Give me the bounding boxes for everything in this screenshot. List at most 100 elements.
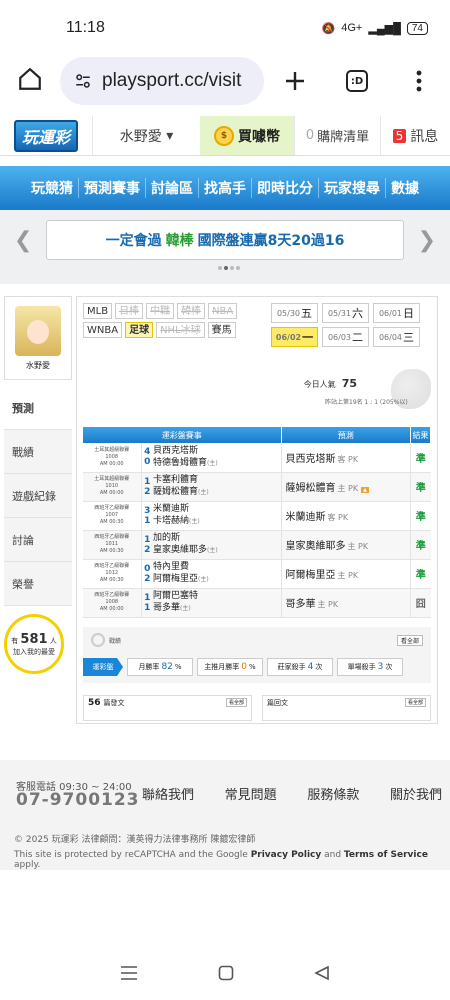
- url-text[interactable]: playsport.cc/visit: [102, 70, 241, 92]
- game-info: 西班牙乙級聯賽 1007 AM 00:30: [83, 501, 142, 531]
- league-chip-1[interactable]: 日棒: [115, 303, 144, 319]
- site-logo[interactable]: 玩運彩: [0, 116, 92, 155]
- team-home-tag: (主): [207, 547, 218, 554]
- league-chip-8[interactable]: 賽馬: [207, 322, 236, 338]
- league-chip-5[interactable]: WNBA: [83, 322, 123, 338]
- game-time: AM 00:30: [99, 519, 124, 525]
- team-away: 米蘭迪斯: [153, 504, 190, 514]
- sidebar-item-2[interactable]: 遊戲紀錄: [4, 474, 72, 518]
- avatar[interactable]: [15, 305, 61, 356]
- browser-menu-button[interactable]: [388, 69, 450, 93]
- team-home: 薩姆松體育(主): [153, 486, 281, 499]
- prediction-cell[interactable]: 貝西克塔斯客 PK: [281, 443, 411, 473]
- single-killer: 單場殺手 3 次: [337, 658, 403, 676]
- prediction-cell[interactable]: 哥多華主 PK: [281, 588, 411, 618]
- score-s2: 1: [144, 602, 151, 613]
- chevron-left-icon[interactable]: ❮: [14, 228, 32, 253]
- record-main-tab[interactable]: 運彩盤: [83, 658, 123, 676]
- game-info: 土耳其超級聯賽 1010 AM 00:00: [83, 472, 142, 502]
- footer-link-3[interactable]: 關於我們: [390, 784, 442, 803]
- nav-item-0[interactable]: 玩競猜: [26, 178, 78, 198]
- score-s2: 0: [144, 457, 151, 468]
- service-phone[interactable]: 07-9700123: [16, 790, 140, 810]
- game-code: 1008: [105, 453, 119, 460]
- score-s2: 2: [144, 573, 151, 584]
- rank-line: 昨站上第19名 1 : 1 (205%以): [325, 399, 408, 406]
- league-chip-3[interactable]: 韓棒: [177, 303, 206, 319]
- game-league: 西班牙乙級聯賽: [94, 505, 130, 511]
- sidebar-item-1[interactable]: 戰績: [4, 430, 72, 474]
- footer-link-0[interactable]: 聯絡我們: [142, 784, 194, 803]
- record-view-all-button[interactable]: 看全部: [396, 635, 423, 646]
- game-league: 土耳其超級聯賽: [94, 476, 130, 482]
- nav-item-4[interactable]: 即時比分: [251, 178, 318, 198]
- team-home: 皇家奧維耶多(主): [153, 544, 281, 557]
- popularity: 今日人氣 75: [303, 377, 357, 390]
- date-button-0[interactable]: 05/30 五: [271, 303, 318, 323]
- team-home-name: 特德魯姆體育: [153, 457, 208, 468]
- col-result: 結果: [410, 427, 431, 443]
- tab-switcher-button[interactable]: :D: [326, 70, 388, 92]
- table-row: 西班牙乙級聯賽 1012 AM 00:30 0 2 特內里費 阿爾梅里亞(主) 阿爾梅里亞主 …: [83, 559, 431, 589]
- prediction-cell[interactable]: 米蘭迪斯客 PK: [281, 501, 411, 531]
- recents-icon[interactable]: [120, 965, 138, 981]
- recaptcha-notice: This site is protected by reCAPTCHA and …: [14, 850, 428, 870]
- date-button-3[interactable]: 06/02 一: [271, 327, 318, 347]
- footer-link-2[interactable]: 服務條款: [307, 784, 359, 803]
- prediction-cell[interactable]: 薩姆松體育主 PK ▲: [281, 472, 411, 502]
- date-button-4[interactable]: 06/03 二: [322, 327, 369, 347]
- date-button-5[interactable]: 06/04 三: [373, 327, 420, 347]
- prediction-team: 米蘭迪斯: [285, 512, 326, 523]
- prediction-pk: 主 PK: [337, 571, 359, 580]
- predictions-table: 運彩盤賽事 預測 結果 土耳其超級聯賽 1008 AM 00:00 4 0 貝西克塔斯 特德…: [83, 427, 431, 618]
- site-settings-icon[interactable]: [74, 72, 92, 90]
- profile-card: 水野愛: [4, 296, 72, 380]
- new-tab-button[interactable]: [264, 69, 326, 93]
- prediction-cell[interactable]: 阿爾梅里亞主 PK: [281, 559, 411, 589]
- sidebar-item-0[interactable]: 預測: [4, 386, 72, 430]
- footer-link-1[interactable]: 常見問題: [225, 784, 277, 803]
- url-bar[interactable]: playsport.cc/visit: [60, 57, 264, 105]
- league-chip-2[interactable]: 中職: [146, 303, 175, 319]
- nav-item-5[interactable]: 玩家搜尋: [318, 178, 385, 198]
- prediction-cell[interactable]: 皇家奧維耶多主 PK: [281, 530, 411, 560]
- table-row: 西班牙乙級聯賽 1011 AM 00:30 1 2 加的斯 皇家奧維耶多(主) 皇家奧維耶多主…: [83, 530, 431, 560]
- replies-view-all-button[interactable]: 看全部: [404, 698, 426, 707]
- chevron-right-icon[interactable]: ❯: [418, 228, 436, 253]
- cart-button[interactable]: 0 購牌清單: [294, 116, 380, 155]
- more-vert-icon: [416, 70, 422, 92]
- nav-item-1[interactable]: 預測賽事: [78, 178, 145, 198]
- promo-banner[interactable]: 一定會過 韓棒 國際盤連贏8天20過16: [46, 220, 404, 260]
- game-teams: 阿爾巴塞特 哥多華(主): [153, 588, 282, 618]
- back-icon[interactable]: [314, 965, 330, 981]
- team-home-tag: (主): [198, 489, 209, 496]
- home-button[interactable]: [0, 66, 60, 96]
- sidebar-item-3[interactable]: 討論: [4, 518, 72, 562]
- fans-bulb[interactable]: 有 581 人 加入我的最愛: [4, 614, 64, 674]
- league-chip-0[interactable]: MLB: [83, 303, 113, 319]
- game-teams: 特內里費 阿爾梅里亞(主): [153, 559, 282, 589]
- terms-link[interactable]: Terms of Service: [344, 850, 428, 860]
- nav-item-2[interactable]: 討論區: [145, 178, 198, 198]
- nav-item-6[interactable]: 數據: [385, 178, 424, 198]
- home-nav-icon[interactable]: [218, 965, 234, 981]
- game-info: 西班牙乙級聯賽 1012 AM 00:30: [83, 559, 142, 589]
- date-button-2[interactable]: 06/01 日: [373, 303, 420, 323]
- post-count: 56: [88, 698, 101, 708]
- game-league: 土耳其超級聯賽: [94, 446, 130, 453]
- privacy-policy-link[interactable]: Privacy Policy: [251, 850, 322, 860]
- league-chip-6[interactable]: 足球: [125, 322, 154, 338]
- messages-button[interactable]: 5 訊息: [380, 116, 450, 155]
- nav-item-3[interactable]: 找高手: [198, 178, 251, 198]
- user-dropdown[interactable]: 水野愛 ▾: [92, 116, 200, 155]
- date-button-1[interactable]: 05/31 六: [322, 303, 369, 323]
- league-chip-7[interactable]: NHL冰球: [156, 322, 205, 338]
- sidebar-item-4[interactable]: 榮譽: [4, 562, 72, 606]
- site-header: 玩運彩 水野愛 ▾ $ 買噱幣 0 購牌清單 5 訊息: [0, 116, 450, 156]
- posts-view-all-button[interactable]: 看全部: [225, 698, 247, 707]
- profile-username: 水野愛: [26, 360, 50, 370]
- buy-coin-button[interactable]: $ 買噱幣: [200, 116, 294, 155]
- prediction-pk: 主 PK: [317, 600, 339, 609]
- score-s1: 3: [144, 505, 151, 516]
- league-chip-4[interactable]: NBA: [208, 303, 238, 319]
